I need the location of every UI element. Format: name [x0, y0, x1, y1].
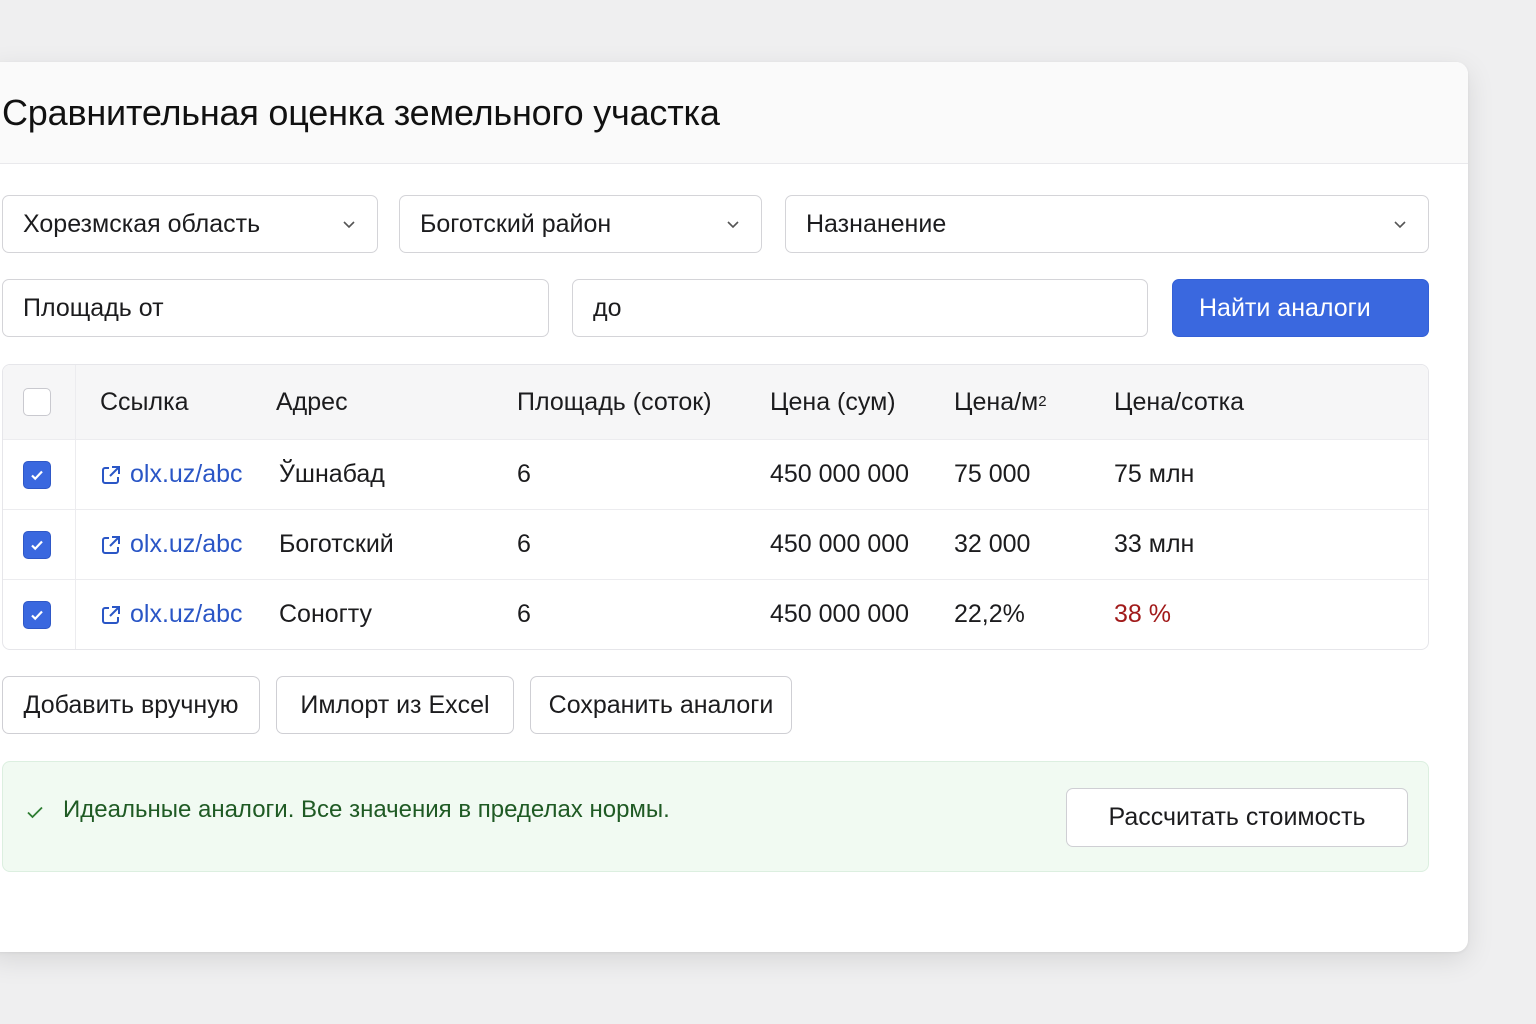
checkmark-icon: [31, 610, 43, 620]
row-checkbox-cell: [23, 580, 51, 649]
header-address: Адрес: [276, 387, 348, 416]
row-price-sotka: 33 млн: [1114, 530, 1195, 558]
analogs-table: Ссылка Адрес Площадь (соток) Цена (сум) …: [2, 364, 1429, 650]
row-area: 6: [517, 530, 531, 558]
row-checkbox[interactable]: [23, 460, 51, 489]
checkmark-icon: [31, 540, 43, 550]
column-divider: [75, 510, 76, 579]
row-price-sotka: 75 млн: [1114, 460, 1195, 488]
row-price-m2: 75 000: [954, 460, 1031, 488]
row-price-m2: 22,2%: [954, 600, 1025, 628]
import-excel-button[interactable]: Имлорт из Excel: [276, 676, 514, 734]
row-checkbox[interactable]: [23, 530, 51, 559]
area-from-input[interactable]: Площадь от: [2, 279, 549, 337]
column-divider: [75, 365, 76, 439]
row-price-sotka-warning: 38 %: [1114, 600, 1171, 628]
table-row: olx.uz/abc Соногту 6 450 000 000 22,2% 3…: [3, 579, 1428, 649]
row-price-m2: 32 000: [954, 530, 1031, 558]
header-price-m2-label: Цена/м: [954, 387, 1039, 416]
chevron-down-icon: [727, 221, 739, 229]
check-icon: [27, 806, 43, 819]
row-address: Ўшнабад: [279, 460, 385, 488]
row-price: 450 000 000: [770, 600, 910, 628]
chevron-down-icon: [343, 221, 355, 229]
row-checkbox[interactable]: [23, 600, 51, 629]
valuation-card: Сравнительная оценка земельного участка …: [0, 62, 1468, 952]
area-to-input[interactable]: до: [572, 279, 1148, 337]
row-link-text: olx.uz/abc: [130, 600, 243, 628]
region-select-value: Хорезмская область: [23, 209, 261, 238]
select-all-cell: [23, 365, 51, 439]
header-price-m2: Цена/м 2: [954, 387, 1047, 416]
area-to-placeholder: до: [593, 293, 622, 322]
row-area: 6: [517, 460, 531, 488]
header-area: Площадь (соток): [517, 387, 712, 416]
row-link[interactable]: olx.uz/abc: [100, 580, 243, 649]
calculate-cost-button[interactable]: Рассчитать стоимость: [1066, 788, 1408, 847]
area-from-placeholder: Площадь от: [23, 293, 164, 322]
card-header: Сравнительная оценка земельного участка: [0, 62, 1468, 164]
select-all-checkbox[interactable]: [23, 388, 51, 416]
external-link-icon: [102, 535, 120, 554]
region-select[interactable]: Хорезмская область: [2, 195, 378, 253]
status-message: Идеальные аналоги. Все значения в предел…: [63, 796, 670, 823]
purpose-select[interactable]: Назнанение: [785, 195, 1429, 253]
row-area: 6: [517, 600, 531, 628]
row-checkbox-cell: [23, 440, 51, 509]
header-price: Цена (сум): [770, 387, 896, 416]
row-link-text: olx.uz/abc: [130, 460, 243, 488]
row-address: Соногту: [279, 600, 373, 628]
status-alert: Идеальные аналоги. Все значения в предел…: [2, 761, 1429, 872]
column-divider: [75, 580, 76, 649]
add-manual-button[interactable]: Добавить вручную: [2, 676, 260, 734]
row-link-text: olx.uz/abc: [130, 530, 243, 558]
checkmark-icon: [31, 470, 43, 480]
save-analogs-button[interactable]: Сохранить аналоги: [530, 676, 792, 734]
header-price-sotka: Цена/сотка: [1114, 387, 1245, 416]
row-address: Боготский: [279, 530, 394, 558]
purpose-select-value: Назнанение: [806, 209, 947, 238]
external-link-icon: [102, 465, 120, 484]
row-checkbox-cell: [23, 510, 51, 579]
find-analogs-button[interactable]: Найти аналоги: [1172, 279, 1429, 337]
district-select[interactable]: Боготский район: [399, 195, 762, 253]
header-link: Ссылка: [100, 387, 189, 416]
table-header-row: Ссылка Адрес Площадь (соток) Цена (сум) …: [3, 365, 1428, 439]
table-row: olx.uz/abc Боготский 6 450 000 000 32 00…: [3, 509, 1428, 579]
district-select-value: Боготский район: [420, 209, 612, 238]
table-row: olx.uz/abc Ўшнабад 6 450 000 000 75 000 …: [3, 439, 1428, 509]
external-link-icon: [102, 605, 120, 624]
column-divider: [75, 440, 76, 509]
chevron-down-icon: [1394, 221, 1406, 229]
row-link[interactable]: olx.uz/abc: [100, 440, 243, 509]
row-link[interactable]: olx.uz/abc: [100, 510, 243, 579]
row-price: 450 000 000: [770, 530, 910, 558]
row-price: 450 000 000: [770, 460, 910, 488]
page-title: Сравнительная оценка земельного участка: [2, 91, 720, 133]
